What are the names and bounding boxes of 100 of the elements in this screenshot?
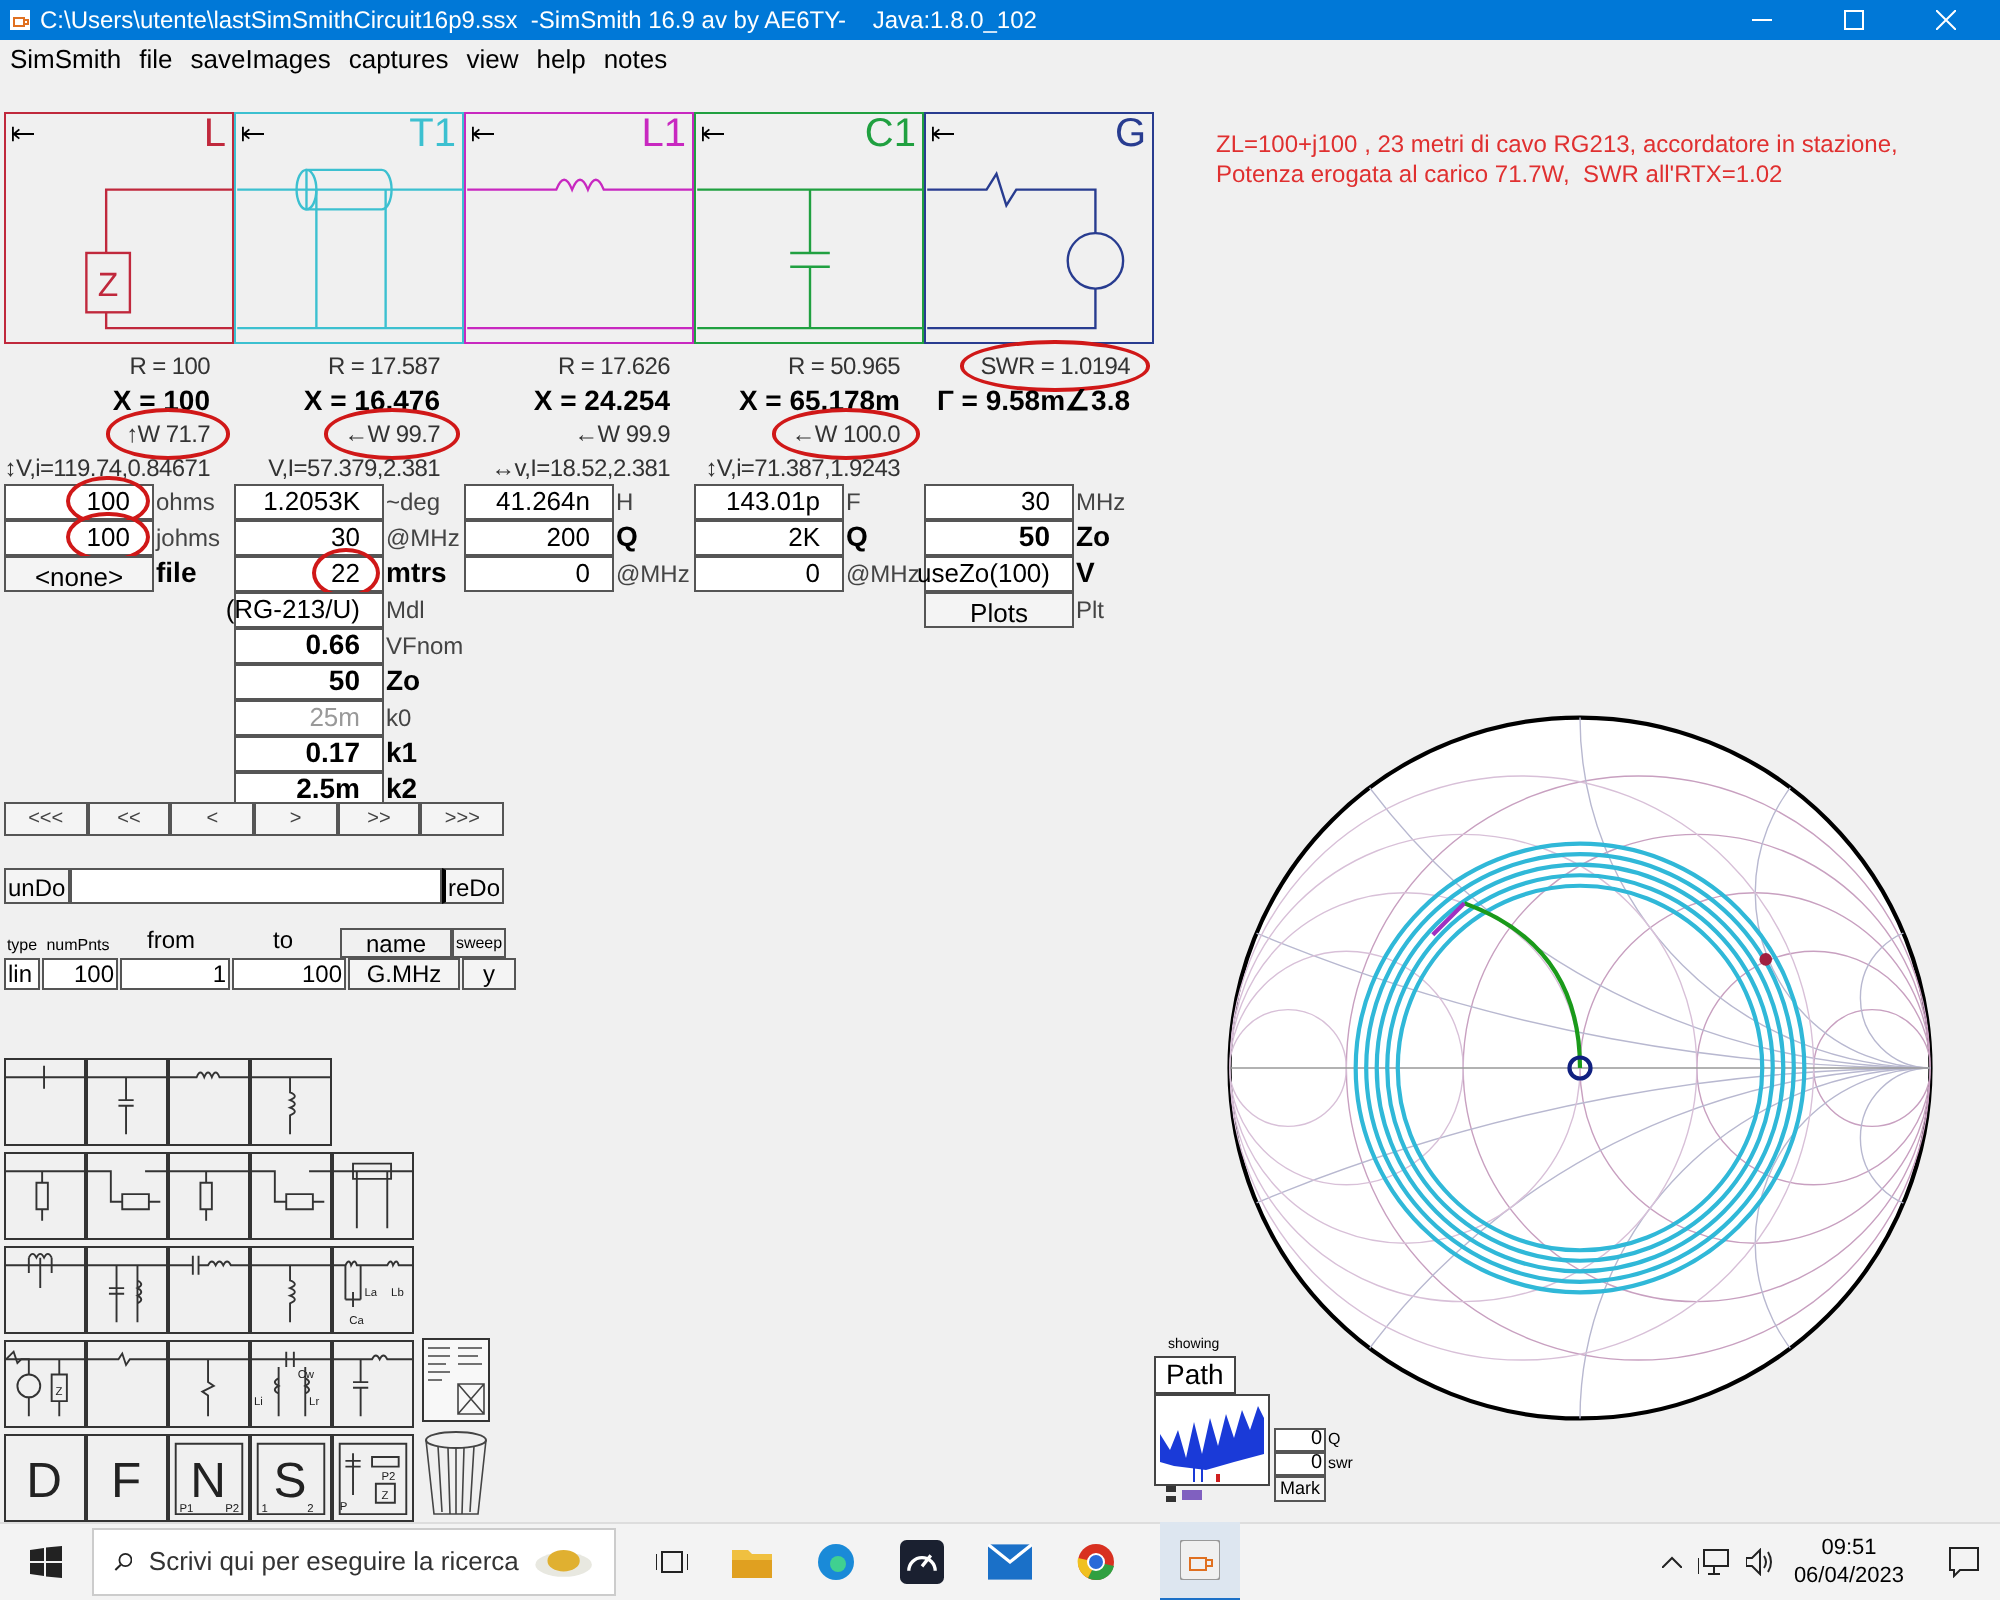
component-palette-tile[interactable]: [86, 1057, 168, 1145]
chevron-up-icon[interactable]: [1661, 1556, 1682, 1568]
value-field[interactable]: 50: [924, 519, 1074, 555]
value-field[interactable]: 0.66: [234, 627, 384, 663]
marker-field[interactable]: 0: [1274, 1428, 1326, 1452]
java-app-taskbar-button[interactable]: [1160, 1522, 1240, 1600]
step-button[interactable]: >: [254, 801, 338, 835]
component-palette-tile[interactable]: [332, 1339, 414, 1427]
unit-label: file: [154, 554, 197, 592]
sweep-field[interactable]: y: [462, 957, 516, 989]
trash-icon[interactable]: [422, 1429, 490, 1517]
symbol-letter: N: [190, 1454, 226, 1508]
arrow-to-bar-icon[interactable]: [12, 125, 34, 141]
component-palette-tile[interactable]: [250, 1151, 332, 1239]
component-palette-tile[interactable]: [168, 1339, 250, 1427]
browser-icon[interactable]: [1076, 1542, 1116, 1582]
unit-label: Zo: [384, 662, 421, 700]
component-palette-tile[interactable]: [250, 1057, 332, 1145]
taskbar-search-field[interactable]: Scrivi qui per eseguire la ricerca: [92, 1528, 616, 1596]
edge-browser-icon[interactable]: [816, 1542, 856, 1582]
value-field[interactable]: 0: [464, 555, 614, 591]
menu-item[interactable]: captures: [348, 40, 449, 79]
component-palette-tile[interactable]: [332, 1151, 414, 1239]
component-palette-tile[interactable]: F: [86, 1433, 168, 1521]
component-palette-tile[interactable]: [4, 1245, 86, 1333]
history-field[interactable]: [69, 867, 442, 903]
mail-icon[interactable]: [988, 1544, 1032, 1580]
sweep-field[interactable]: 1: [120, 957, 230, 989]
value-field[interactable]: 30: [924, 483, 1074, 519]
sweep-field[interactable]: G.MHz: [348, 957, 460, 989]
speaker-icon[interactable]: [1745, 1548, 1778, 1576]
component-palette-tile[interactable]: [168, 1151, 250, 1239]
network-icon[interactable]: [1697, 1548, 1730, 1576]
circuit-note: ZL=100+j100 , 23 metri di cavo RG213, accordatore in stazione, Potenza erogata al carico 71.7W, SWR all'RTX=1.02: [1214, 127, 1900, 189]
circuit-symbol-icon: [170, 1253, 248, 1275]
unit-label: ohms: [154, 485, 215, 519]
value-field[interactable]: 200: [464, 519, 614, 555]
notes-sheet-icon[interactable]: [422, 1337, 490, 1421]
search-icon: [114, 1548, 133, 1576]
component-palette-tile[interactable]: [86, 1151, 168, 1239]
value-field[interactable]: 1.2053K: [234, 483, 384, 519]
value-field[interactable]: 30: [234, 519, 384, 555]
arrow-to-bar-icon[interactable]: [472, 125, 494, 141]
redo-button[interactable]: reDo: [441, 867, 504, 903]
component-palette-tile[interactable]: [168, 1245, 250, 1333]
sweep-field[interactable]: lin: [4, 957, 40, 989]
component-palette-tile[interactable]: D: [4, 1433, 86, 1521]
unit-label: Plt: [1074, 593, 1105, 627]
notification-icon[interactable]: [1948, 1546, 1980, 1578]
circuit-symbol-icon: [174, 1441, 244, 1515]
value-field[interactable]: 143.01p: [694, 483, 844, 519]
component-palette-tile[interactable]: [250, 1245, 332, 1333]
sweep-plot-thumbnail[interactable]: [1154, 1394, 1270, 1486]
menu-item[interactable]: saveImages: [190, 40, 331, 79]
menu-item[interactable]: view: [466, 40, 519, 79]
value-field[interactable]: 0: [694, 555, 844, 591]
menu-item[interactable]: file: [139, 40, 173, 79]
value-field[interactable]: 50: [234, 663, 384, 699]
point-marker-icon: [1759, 952, 1773, 965]
unit-label: Q: [1326, 1428, 1341, 1452]
task-view-icon[interactable]: [656, 1546, 688, 1578]
mark-button[interactable]: Mark: [1274, 1476, 1326, 1502]
circuit-element-panel[interactable]: G: [924, 111, 1154, 343]
speedometer-icon[interactable]: [900, 1540, 944, 1584]
windows-start-icon[interactable]: [30, 1546, 62, 1578]
menu-item[interactable]: help: [536, 40, 586, 79]
marker-field[interactable]: 0: [1274, 1452, 1326, 1476]
menu-item[interactable]: SimSmith: [10, 40, 122, 79]
step-button[interactable]: <: [170, 801, 255, 835]
step-button[interactable]: >>: [337, 801, 421, 835]
sweep-field[interactable]: 100: [42, 957, 118, 989]
path-mode-button[interactable]: Path: [1154, 1356, 1236, 1394]
arrow-to-bar-icon[interactable]: [242, 125, 264, 141]
circuit-element-panel[interactable]: L1: [464, 111, 694, 343]
unit-label: F: [844, 485, 861, 519]
component-palette-tile[interactable]: [168, 1057, 250, 1145]
step-button[interactable]: <<<: [4, 801, 88, 835]
reading-text: R = 50.965: [787, 352, 900, 381]
element-label: L1: [641, 113, 686, 153]
menu-item[interactable]: notes: [603, 40, 668, 79]
arrow-to-bar-icon[interactable]: [932, 125, 954, 141]
component-palette-tile[interactable]: [4, 1151, 86, 1239]
undo-button[interactable]: unDo: [4, 867, 70, 903]
value-field[interactable]: 41.264n: [464, 483, 614, 519]
step-button[interactable]: >>>: [420, 801, 505, 835]
value-button[interactable]: Plots: [924, 591, 1074, 627]
unit-label: @MHz: [844, 557, 920, 587]
arrow-to-bar-icon[interactable]: [702, 125, 724, 141]
component-palette-tile[interactable]: [86, 1339, 168, 1427]
component-palette-tile[interactable]: [86, 1245, 168, 1333]
circuit-element-panel[interactable]: L Z: [4, 111, 234, 343]
value-field[interactable]: 0.17: [234, 735, 384, 771]
sweep-field[interactable]: 100: [232, 957, 346, 989]
value-field[interactable]: 2K: [694, 519, 844, 555]
step-button[interactable]: <<: [87, 801, 171, 835]
value-button[interactable]: <none>: [4, 555, 154, 591]
symbol-letter: S: [273, 1454, 307, 1508]
matching-trace-curve: [1431, 900, 1466, 936]
component-palette-tile[interactable]: [4, 1057, 86, 1145]
reading-text: ←W 99.7: [344, 420, 440, 449]
